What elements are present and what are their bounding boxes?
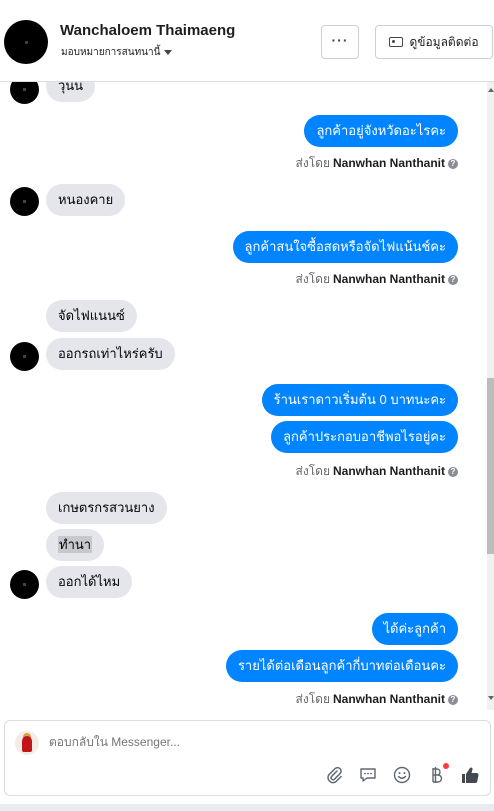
message-thread[interactable]: วุ้นน ลูกค้าอยู่จังหวัดอะไรคะ ส่งโดย Nanw… — [0, 82, 487, 710]
assign-conversation-dropdown[interactable]: มอบหมายการสนทนานี้ — [61, 45, 173, 60]
contact-avatar-small — [10, 342, 39, 371]
outgoing-message[interactable]: ได้ค่ะลูกค้า — [371, 613, 458, 645]
info-icon[interactable]: ? — [448, 694, 458, 705]
sent-by-label: ส่งโดย Nanwhan Nanthanit? — [296, 462, 458, 481]
sent-by-prefix: ส่งโดย — [295, 464, 330, 478]
incoming-message[interactable]: ทำนา — [46, 529, 105, 561]
thread-scrollbar[interactable] — [487, 82, 494, 710]
incoming-message[interactable]: ออกได้ไหม — [46, 566, 133, 598]
incoming-message[interactable]: จัดไฟแนนซ์ — [46, 300, 137, 332]
contact-name[interactable]: Wanchaloem Thaimaeng — [60, 22, 235, 39]
incoming-message[interactable]: เกษตรกรสวนยาง — [46, 492, 167, 524]
page-avatar — [15, 731, 39, 755]
contact-avatar-small — [10, 187, 39, 216]
emoji-icon[interactable] — [392, 765, 412, 785]
attach-icon[interactable] — [324, 765, 344, 785]
outgoing-message[interactable]: ลูกค้าประกอบอาชีพอไรอยู่คะ — [271, 421, 458, 453]
messenger-window: Wanchaloem Thaimaeng มอบหมายการสนทนานี้ … — [0, 0, 494, 811]
contact-avatar-small — [10, 82, 39, 104]
incoming-message[interactable]: ออกรถเท่าไหร่ครับ — [46, 338, 175, 370]
reply-input[interactable] — [49, 735, 309, 749]
highlighted-text: ทำนา — [58, 536, 93, 553]
sent-by-prefix: ส่งโดย — [295, 156, 330, 170]
outgoing-message[interactable]: ลูกค้าสนใจซื้อสดหรือจัดไฟแน้นช์คะ — [232, 231, 458, 263]
reply-composer — [4, 720, 491, 796]
sent-by-label: ส่งโดย Nanwhan Nanthanit? — [296, 690, 458, 709]
sent-by-label: ส่งโดย Nanwhan Nanthanit? — [296, 154, 458, 173]
caret-down-icon — [164, 49, 173, 55]
agent-name[interactable]: Nanwhan Nanthanit — [333, 692, 445, 706]
thumbs-up-icon[interactable] — [460, 765, 480, 785]
payment-icon[interactable] — [426, 763, 449, 785]
contact-card-icon — [389, 37, 404, 47]
outgoing-message[interactable]: รายได้ต่อเดือนลูกค้ากี่บาทต่อเดือนคะ — [225, 650, 458, 682]
more-options-button[interactable]: ··· — [321, 25, 359, 59]
contact-avatar[interactable] — [4, 20, 48, 64]
agent-name[interactable]: Nanwhan Nanthanit — [333, 272, 445, 286]
sent-by-label: ส่งโดย Nanwhan Nanthanit? — [296, 270, 458, 289]
scrollbar-thumb[interactable] — [487, 378, 494, 554]
composer-toolbar — [324, 763, 480, 785]
info-icon[interactable]: ? — [448, 466, 458, 477]
contact-avatar-small — [10, 570, 39, 599]
conversation-header: Wanchaloem Thaimaeng มอบหมายการสนทนานี้ … — [0, 0, 494, 82]
agent-name[interactable]: Nanwhan Nanthanit — [333, 464, 445, 478]
incoming-message[interactable]: หนองคาย — [46, 184, 126, 216]
sent-by-prefix: ส่งโดย — [295, 692, 330, 706]
bottom-bar — [0, 804, 494, 811]
reply-icon[interactable] — [358, 765, 378, 785]
sent-by-prefix: ส่งโดย — [295, 272, 330, 286]
agent-name[interactable]: Nanwhan Nanthanit — [333, 156, 445, 170]
info-icon[interactable]: ? — [448, 274, 458, 285]
notification-dot — [443, 763, 449, 769]
outgoing-message[interactable]: ลูกค้าอยู่จังหวัดอะไรคะ — [304, 115, 458, 147]
incoming-message[interactable]: วุ้นน — [46, 82, 96, 102]
outgoing-message[interactable]: ร้านเราดาวเริ่มต้น 0 บาทนะคะ — [261, 384, 458, 416]
assign-label: มอบหมายการสนทนานี้ — [61, 47, 161, 58]
info-icon[interactable]: ? — [448, 158, 458, 169]
scroll-up-icon[interactable] — [488, 88, 494, 92]
view-contact-label: ดูข้อมูลติดต่อ — [409, 34, 479, 49]
scroll-down-icon[interactable] — [488, 696, 494, 700]
view-contact-button[interactable]: ดูข้อมูลติดต่อ — [375, 25, 493, 59]
